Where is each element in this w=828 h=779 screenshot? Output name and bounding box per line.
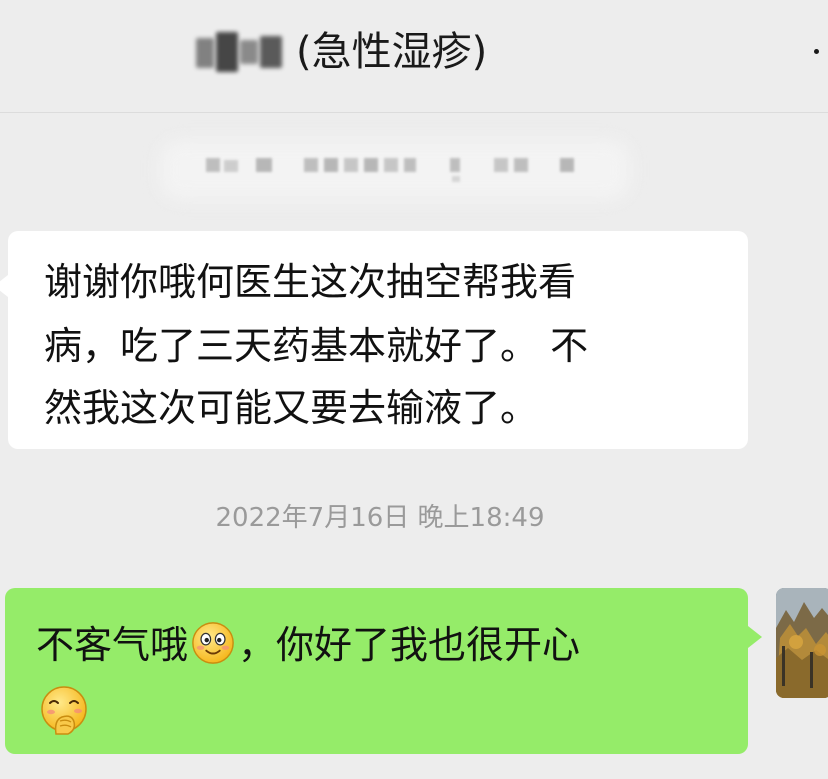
sent-message-text: 不客气哦 ，你好了我也很开心 <box>36 620 580 670</box>
message-text-line: 然我这次可能又要去输液了。 <box>44 386 539 430</box>
user-avatar[interactable] <box>776 588 828 698</box>
smile-emoji-icon <box>192 622 234 664</box>
message-text-line: 谢谢你哦何医生这次抽空帮我看 <box>44 260 577 304</box>
chat-title: (急性湿疹) <box>296 29 488 75</box>
message-timestamp: 2022年7月16日 晚上18:49 <box>215 503 545 533</box>
hehe-emoji-icon <box>41 686 87 735</box>
sent-text-part: 不客气哦 <box>36 623 189 667</box>
chat-header: (急性湿疹) <box>0 0 828 113</box>
more-dots-icon[interactable] <box>814 49 819 54</box>
redacted-contact-name <box>192 30 288 76</box>
sent-text-part: ，你好了我也很开心 <box>238 623 581 667</box>
redacted-system-message <box>160 140 630 200</box>
sent-message-bubble[interactable] <box>5 588 762 754</box>
message-text-line: 病，吃了三天药基本就好了。 不 <box>44 324 589 368</box>
